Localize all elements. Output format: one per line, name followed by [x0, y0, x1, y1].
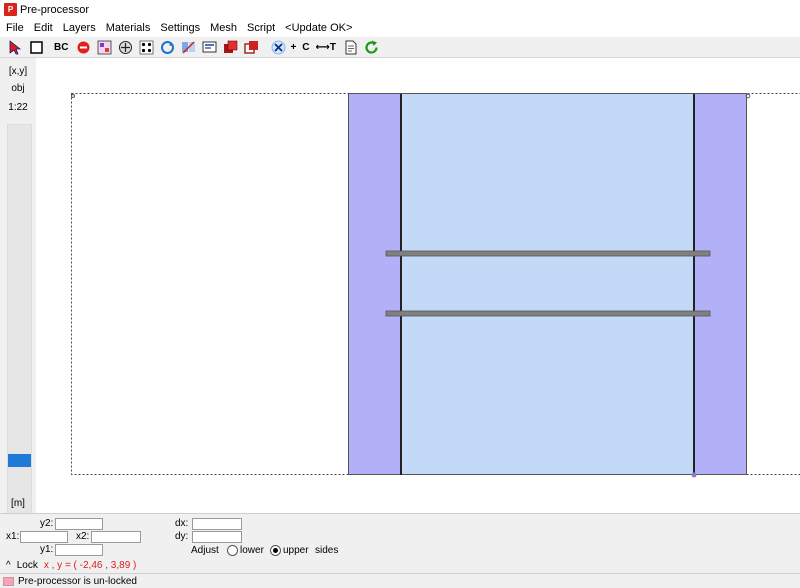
dy-label: dy: [175, 531, 189, 542]
node-marker [691, 472, 697, 478]
status-bar: Pre-processor is un-locked [0, 573, 800, 588]
x1-field[interactable] [20, 531, 68, 543]
xy-label[interactable]: [x,y] [0, 66, 36, 77]
add-point-button[interactable]: + [290, 42, 296, 53]
scale-label: 1:22 [8, 102, 28, 113]
menu-script[interactable]: Script [242, 22, 280, 34]
pre-processor-window: P Pre-processor File Edit Layers Materia… [0, 0, 800, 588]
lower-strut [385, 310, 711, 317]
y2-field[interactable] [55, 518, 103, 530]
title-bar: P Pre-processor [0, 0, 800, 19]
zoom-slider-thumb[interactable] [8, 454, 31, 467]
lock-label[interactable]: Lock [17, 560, 38, 571]
obj-label[interactable]: obj [0, 83, 36, 94]
grid-icon[interactable] [95, 38, 113, 56]
window-title: Pre-processor [20, 3, 90, 16]
model-drawing[interactable] [36, 58, 800, 513]
unit-label: [m] [11, 498, 25, 509]
status-indicator-icon [3, 576, 14, 586]
bc-button[interactable]: BC [54, 42, 68, 53]
x1-label: x1: [6, 531, 20, 542]
zoom-slider[interactable] [7, 124, 32, 540]
menu-layers[interactable]: Layers [58, 22, 101, 34]
center-layer [401, 94, 694, 475]
menu-mesh[interactable]: Mesh [205, 22, 242, 34]
sides-label: sides [315, 545, 339, 556]
drawing-canvas[interactable] [36, 58, 800, 513]
cursor-coordinates: x , y = ( -2,46 , 3,89 ) [43, 560, 137, 571]
status-text: Pre-processor is un-locked [18, 575, 137, 587]
c-button[interactable]: C [302, 42, 309, 53]
adjust-label: Adjust [191, 545, 219, 556]
toolbar: BC + C ⟷T [0, 37, 800, 58]
y2-label: y2: [40, 518, 54, 529]
left-side-layer [348, 94, 401, 475]
right-side-layer [694, 94, 747, 475]
left-panel: [x,y] obj 1:22 [m] [0, 58, 36, 540]
y1-label: y1: [40, 544, 54, 555]
upper-radio[interactable] [270, 545, 281, 556]
x2-label: x2: [76, 531, 90, 542]
dy-field[interactable] [192, 531, 242, 543]
y1-field[interactable] [55, 544, 103, 556]
menu-materials[interactable]: Materials [101, 22, 156, 34]
refresh-icon[interactable] [363, 38, 381, 56]
app-icon: P [4, 3, 17, 16]
lock-bar: ^ Lock x , y = ( -2,46 , 3,89 ) [0, 559, 800, 572]
rotate-icon[interactable] [158, 38, 176, 56]
menu-edit[interactable]: Edit [29, 22, 58, 34]
lower-radio[interactable] [227, 545, 238, 556]
material-icon[interactable] [116, 38, 134, 56]
mirror-icon[interactable] [179, 38, 197, 56]
copy-icon[interactable] [242, 38, 260, 56]
lower-radio-label[interactable]: lower [240, 545, 264, 556]
coordinate-panel: y2: x1: x2: y1: dx: dy: Adjust lower upp… [0, 513, 800, 559]
menu-settings[interactable]: Settings [155, 22, 205, 34]
page-icon[interactable] [342, 38, 360, 56]
rectangle-icon[interactable] [27, 38, 45, 56]
dots-icon[interactable] [137, 38, 155, 56]
delete-x-icon[interactable] [269, 38, 287, 56]
layers-icon[interactable] [221, 38, 239, 56]
screen-icon[interactable] [200, 38, 218, 56]
dx-field[interactable] [192, 518, 242, 530]
no-entry-icon[interactable] [74, 38, 92, 56]
measure-t-button[interactable]: ⟷T [316, 42, 336, 53]
menu-bar: File Edit Layers Materials Settings Mesh… [0, 19, 800, 37]
menu-update-ok[interactable]: <Update OK> [280, 22, 357, 34]
select-arrow-icon[interactable] [6, 38, 24, 56]
menu-file[interactable]: File [4, 22, 29, 34]
corner-node-left [71, 94, 75, 98]
upper-radio-label[interactable]: upper [283, 545, 309, 556]
x2-field[interactable] [91, 531, 141, 543]
upper-strut [385, 250, 711, 257]
dx-label: dx: [175, 518, 189, 529]
lock-caret-icon[interactable]: ^ [6, 560, 11, 571]
